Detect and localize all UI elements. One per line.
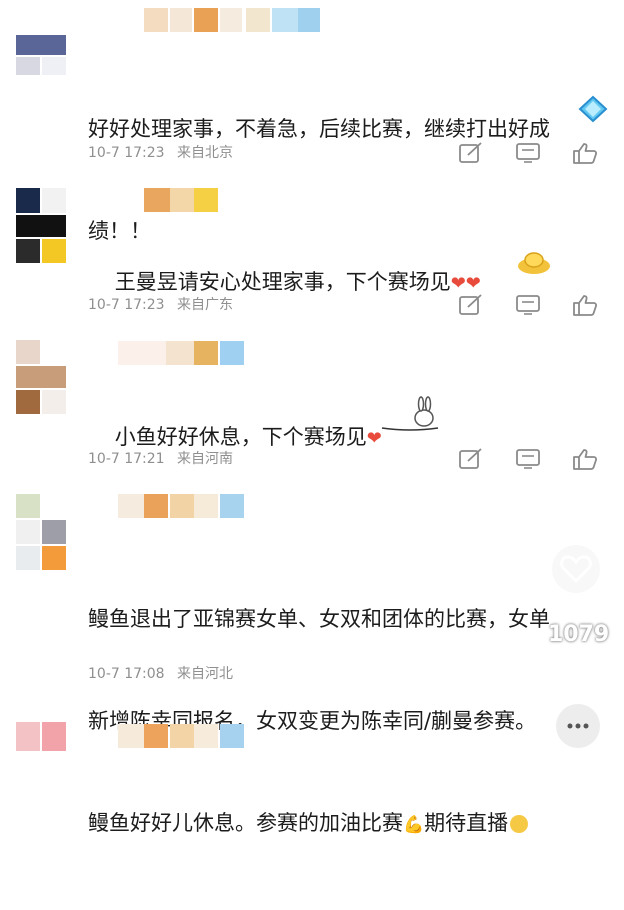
comment-icon [516,449,540,469]
avatar[interactable] [16,340,66,414]
flexed-bicep-emoji-icon: 💪 [403,815,425,835]
diamond-sticker-icon [578,95,608,127]
username-blurred[interactable] [88,8,320,32]
comment-meta: 10-7 17:23 来自北京 [88,143,233,163]
like-icon [573,143,598,164]
comment-text: 王曼昱请安心处理家事，下个赛场见❤❤ [114,270,481,294]
comment-text: 鳗鱼退出了亚锦赛女单、女双和团体的比赛，女单 新增陈幸同报名，女双变更为陈幸同/… [88,607,550,835]
like-icon [573,449,598,470]
bunny-sticker-icon [380,396,440,436]
comment-location: 来自河南 [177,451,234,467]
comment-meta: 10-7 17:21 来自河南 [88,449,233,469]
like-button[interactable] [572,448,598,470]
more-dots-icon [567,723,589,729]
avatar[interactable] [16,188,66,263]
floating-more-button[interactable] [556,704,600,748]
avatar[interactable] [16,35,66,85]
forward-button[interactable] [458,142,484,164]
comment-icon [516,295,540,315]
laughing-emoji-icon [510,815,529,833]
comment-meta: 10-7 17:23 来自广东 [88,295,233,315]
forward-icon [459,142,482,163]
avatar[interactable] [16,494,66,570]
forward-icon [459,294,482,315]
gold-ingot-sticker-icon [516,248,552,280]
comment-location: 来自广东 [177,297,234,313]
comment-date: 10-7 17:21 [88,451,165,467]
heart-outline-icon [560,555,592,584]
username-blurred[interactable] [88,188,268,212]
comment-text: 小鱼好好休息，下个赛场见❤ [114,425,382,449]
username-blurred[interactable] [88,341,288,365]
username-blurred[interactable] [88,494,288,518]
like-button[interactable] [572,294,598,316]
comment-button[interactable] [515,448,541,470]
like-count-badge: 1079 [548,622,610,647]
like-icon [573,295,598,316]
comment-date: 10-7 17:08 [88,666,165,682]
comment-location: 来自北京 [177,145,234,161]
comment-icon [516,143,540,163]
avatar[interactable] [16,722,66,751]
comment-location: 来自河北 [177,666,234,682]
comment-meta: 10-7 17:08 来自河北 [88,664,233,684]
heart-emoji-icon: ❤❤ [450,273,481,294]
floating-like-button[interactable] [552,545,600,593]
comment-date: 10-7 17:23 [88,145,165,161]
like-button[interactable] [572,142,598,164]
username-blurred[interactable] [88,724,288,748]
forward-button[interactable] [458,448,484,470]
forward-icon [459,448,482,469]
comment-date: 10-7 17:23 [88,297,165,313]
comment-button[interactable] [515,294,541,316]
comment-button[interactable] [515,142,541,164]
forward-button[interactable] [458,294,484,316]
